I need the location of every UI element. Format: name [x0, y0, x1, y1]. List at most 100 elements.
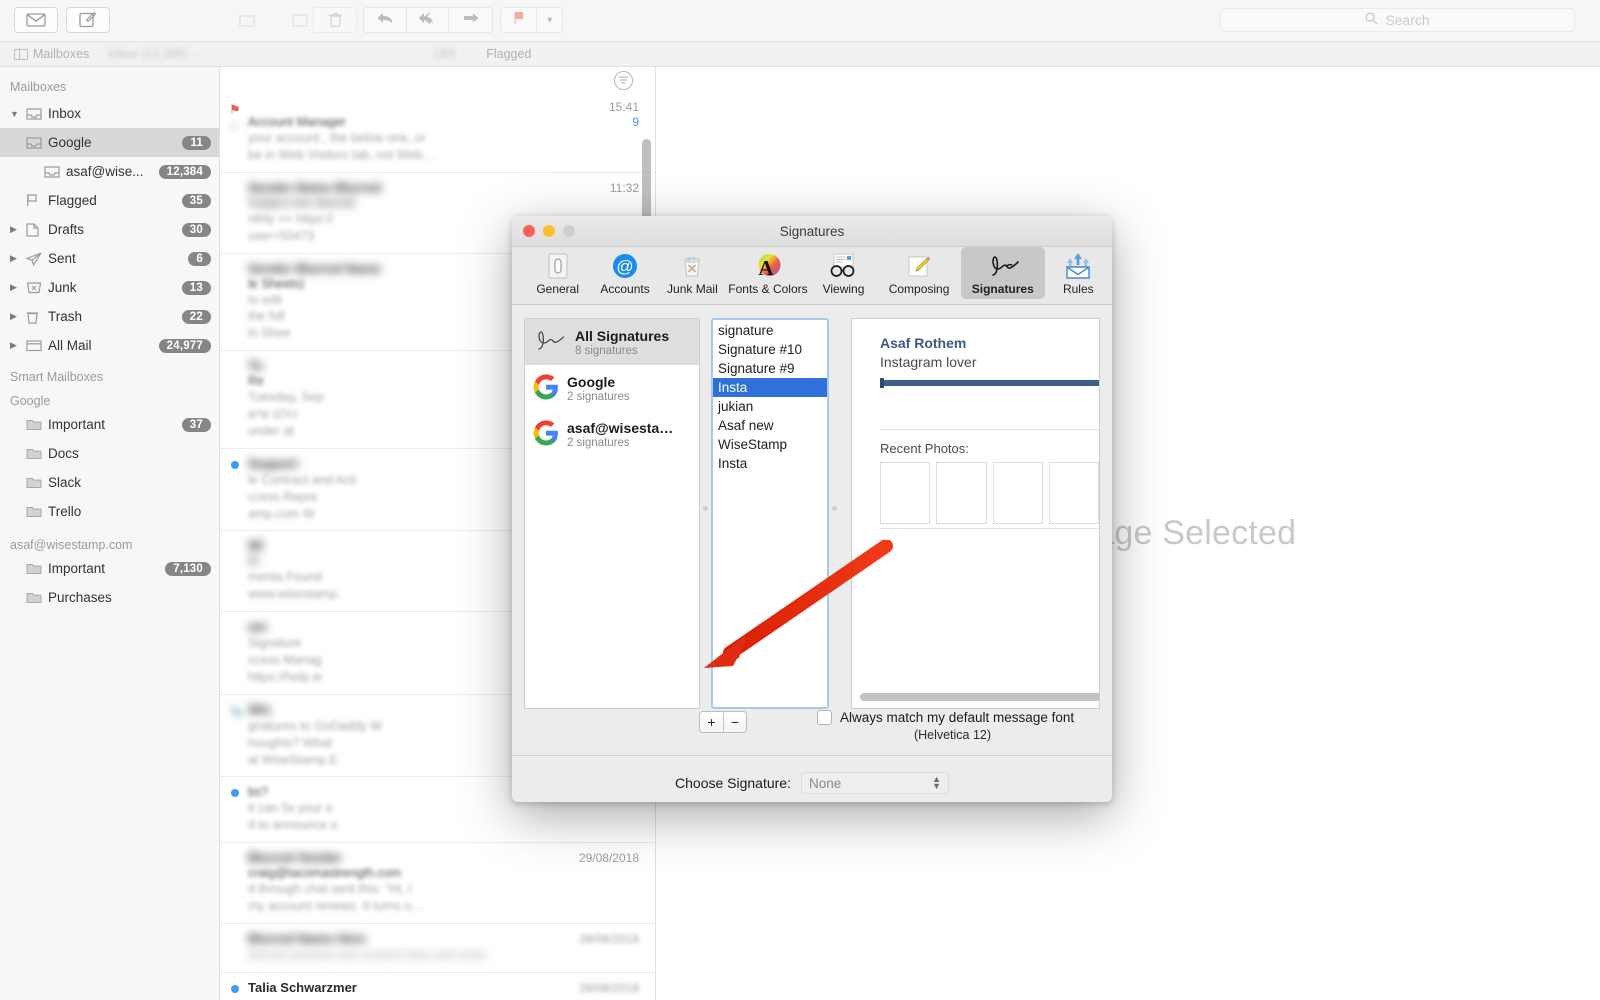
reply-button[interactable]	[364, 8, 407, 32]
sidebar-item-flagged[interactable]: Flagged 35	[0, 186, 219, 215]
message-list-item[interactable]: Blurred Sender 29/08/2018 craig@tacomast…	[220, 843, 655, 924]
search-icon	[1365, 12, 1378, 28]
tab-accounts[interactable]: @ Accounts	[591, 247, 658, 299]
sidebar-item-drafts[interactable]: ▶ Drafts 30	[0, 215, 219, 244]
signature-list-item[interactable]: Asaf new	[713, 416, 827, 435]
sidebar-item-google-important[interactable]: Important 37	[0, 410, 219, 439]
chevron-down-icon: ▾	[547, 15, 552, 26]
favorites-inbox[interactable]: Inbox (12,395) ⌄	[107, 47, 200, 61]
tab-junk-mail[interactable]: Junk Mail	[659, 247, 726, 299]
signature-list-item-selected[interactable]: Insta	[713, 378, 827, 397]
message-list-item[interactable]: ⚑ ↩ 15:41 Account Manager 9 your account…	[220, 93, 655, 173]
resize-handle-icon	[832, 506, 837, 511]
sidebar-item-google-slack[interactable]: Slack	[0, 468, 219, 497]
tab-label: Junk Mail	[667, 282, 718, 296]
message-date: 28/08/2018	[579, 932, 639, 946]
sidebar-item-google[interactable]: Google 11	[0, 128, 219, 157]
minimize-icon[interactable]	[543, 225, 555, 237]
disclosure-closed-icon[interactable]: ▶	[10, 282, 26, 293]
message-list-item[interactable]: Talia Schwarzmer 28/08/2018	[220, 973, 655, 1000]
reply-group[interactable]	[363, 7, 493, 33]
disclosure-closed-icon[interactable]: ▶	[10, 224, 26, 235]
signature-list[interactable]: signature Signature #10 Signature #9 Ins…	[711, 318, 829, 709]
sidebar-item-all-mail[interactable]: ▶ All Mail 24,977	[0, 331, 219, 360]
pane-divider-right[interactable]	[829, 318, 840, 709]
tab-composing[interactable]: Composing	[877, 247, 961, 299]
account-row-all-signatures[interactable]: All Signatures 8 signatures	[525, 319, 699, 365]
sidebar-item-trash[interactable]: ▶ Trash 22	[0, 302, 219, 331]
account-row-google[interactable]: Google 2 signatures	[525, 365, 699, 411]
tab-fonts-colors[interactable]: A Fonts & Colors	[726, 247, 810, 299]
signature-icon	[985, 251, 1021, 280]
tab-viewing[interactable]: Viewing	[810, 247, 877, 299]
signature-list-item[interactable]: jukian	[713, 397, 827, 416]
filter-icon[interactable]	[614, 71, 633, 90]
flag-button[interactable]	[501, 8, 537, 32]
sidebar-item-account-important[interactable]: Important 7,130	[0, 554, 219, 583]
account-row-asaf-wisestamp[interactable]: asaf@wisesta… 2 signatures	[525, 411, 699, 457]
signature-list-item[interactable]: signature	[713, 321, 827, 340]
get-mail-button[interactable]	[14, 7, 58, 33]
match-font-row[interactable]: Always match my default message font	[817, 709, 1102, 726]
flag-menu-button[interactable]: ▾	[537, 8, 562, 32]
favorites-mailboxes-toggle[interactable]: Mailboxes	[14, 47, 89, 61]
sidebar-item-google-trello[interactable]: Trello	[0, 497, 219, 526]
preview-photo-thumb	[880, 462, 930, 524]
message-subject: Account Manager	[248, 115, 346, 129]
favorites-hidden-label: (30)	[433, 47, 455, 61]
tab-general[interactable]: General	[524, 247, 591, 299]
signature-list-item[interactable]: WiseStamp	[713, 435, 827, 454]
sidebar-item-inbox[interactable]: ▼ Inbox	[0, 99, 219, 128]
svg-text:@: @	[616, 257, 633, 276]
flag-group[interactable]: ▾	[500, 7, 563, 33]
forward-icon	[462, 11, 480, 30]
favorites-flagged[interactable]: Flagged	[486, 47, 531, 61]
message-list-item[interactable]: Blurred Name Here 28/08/2018 blurred pre…	[220, 924, 655, 973]
sidebar-item-asaf-wisestamp[interactable]: asaf@wise... 12,384	[0, 157, 219, 186]
general-switch-icon	[544, 251, 572, 280]
reply-all-button[interactable]	[407, 8, 450, 32]
remove-signature-button[interactable]: −	[723, 712, 746, 732]
disclosure-closed-icon[interactable]: ▶	[10, 340, 26, 351]
compose-button[interactable]	[66, 7, 110, 33]
junk-icon	[26, 281, 48, 294]
signature-list-item[interactable]: Signature #10	[713, 340, 827, 359]
tab-signatures[interactable]: Signatures	[961, 247, 1045, 299]
signature-list-item[interactable]: Insta	[713, 454, 827, 473]
disclosure-closed-icon[interactable]: ▶	[10, 253, 26, 264]
account-list[interactable]: All Signatures 8 signatures Google 2 sig…	[524, 318, 700, 709]
close-icon[interactable]	[523, 225, 535, 237]
sidebar-item-label: Trash	[48, 309, 182, 324]
unread-badge: 11	[182, 136, 211, 150]
favorites-hidden[interactable]: (30) ⌄	[433, 47, 468, 61]
signature-preview[interactable]: Asaf Rothem Instagram lover Recent Photo…	[851, 318, 1100, 709]
sidebar-item-sent[interactable]: ▶ Sent 6	[0, 244, 219, 273]
sidebar-item-account-purchases[interactable]: Purchases	[0, 583, 219, 612]
add-remove-signature-group: + −	[699, 711, 747, 733]
search-placeholder-text: Search	[1385, 12, 1429, 28]
sidebar-item-junk[interactable]: ▶ Junk 13	[0, 273, 219, 302]
sidebar-item-label: Purchases	[48, 590, 211, 605]
tab-rules[interactable]: Rules	[1045, 247, 1112, 299]
delete-button[interactable]	[313, 7, 357, 33]
svg-text:A: A	[758, 256, 774, 280]
preview-horizontal-scrollbar[interactable]	[860, 693, 1100, 701]
favorites-bar: Mailboxes Inbox (12,395) ⌄ (30) ⌄ Flagge…	[0, 42, 1600, 67]
unread-dot	[231, 461, 239, 469]
match-default-font-checkbox[interactable]	[817, 710, 832, 725]
inbox-icon	[26, 108, 48, 120]
disclosure-open-icon[interactable]: ▼	[10, 109, 26, 119]
unread-badge: 13	[182, 281, 211, 295]
fonts-colors-icon: A	[754, 251, 782, 280]
signature-list-item[interactable]: Signature #9	[713, 359, 827, 378]
flag-icon: ⚑	[229, 102, 241, 118]
sidebar-item-google-docs[interactable]: Docs	[0, 439, 219, 468]
forward-button[interactable]	[449, 8, 492, 32]
choose-signature-select[interactable]: None ▲▼	[801, 772, 949, 794]
disclosure-closed-icon[interactable]: ▶	[10, 311, 26, 322]
search-input[interactable]: Search	[1220, 8, 1575, 32]
archive-button[interactable]	[225, 7, 269, 33]
pane-divider-left[interactable]	[700, 318, 711, 709]
account-name: All Signatures	[575, 328, 669, 344]
add-signature-button[interactable]: +	[700, 712, 723, 732]
